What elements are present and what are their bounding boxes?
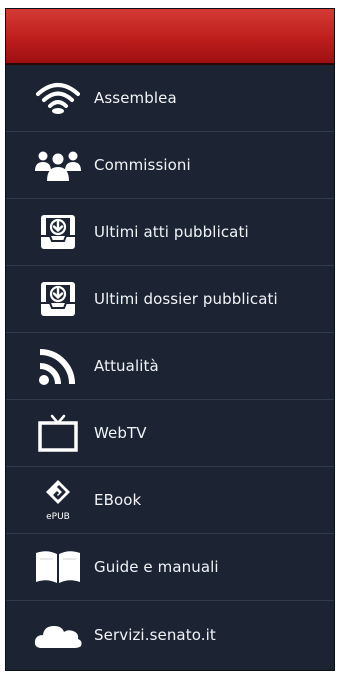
menu-item-label: Ultimi dossier pubblicati <box>94 290 278 308</box>
menu-item-label: Guide e manuali <box>94 558 219 576</box>
menu-item-assemblea[interactable]: Assemblea <box>6 65 334 132</box>
menu-item-label: Ultimi atti pubblicati <box>94 223 249 241</box>
menu-header-bar <box>6 9 334 65</box>
menu-item-servizi-senato[interactable]: Servizi.senato.it <box>6 601 334 668</box>
wireless-signal-icon <box>28 74 88 122</box>
menu-item-label: EBook <box>94 491 142 509</box>
menu-list: Assemblea Commissioni Ultimi atti pubbli… <box>6 65 334 668</box>
menu-item-label: Servizi.senato.it <box>94 625 216 644</box>
menu-item-commissioni[interactable]: Commissioni <box>6 132 334 199</box>
menu-item-label: Attualità <box>94 357 159 375</box>
menu-item-webtv[interactable]: WebTV <box>6 400 334 467</box>
epub-icon-text: ePUB <box>46 512 70 522</box>
menu-item-ultimi-dossier[interactable]: Ultimi dossier pubblicati <box>6 266 334 333</box>
menu-item-attualita[interactable]: Attualità <box>6 333 334 400</box>
navigation-menu-panel: Assemblea Commissioni Ultimi atti pubbli… <box>5 8 335 671</box>
menu-item-ultimi-atti[interactable]: Ultimi atti pubblicati <box>6 199 334 266</box>
menu-item-guide-manuali[interactable]: Guide e manuali <box>6 534 334 601</box>
rss-feed-icon <box>28 342 88 390</box>
epub-icon: ePUB <box>28 476 88 524</box>
cloud-icon <box>28 611 88 659</box>
inbox-download-icon <box>28 208 88 256</box>
people-group-icon <box>28 141 88 189</box>
menu-item-label: WebTV <box>94 424 147 442</box>
television-icon <box>28 409 88 457</box>
menu-item-label: Assemblea <box>94 89 177 107</box>
open-book-icon <box>28 543 88 591</box>
menu-item-ebook[interactable]: ePUB EBook <box>6 467 334 534</box>
menu-item-label: Commissioni <box>94 156 191 174</box>
inbox-download-icon <box>28 275 88 323</box>
